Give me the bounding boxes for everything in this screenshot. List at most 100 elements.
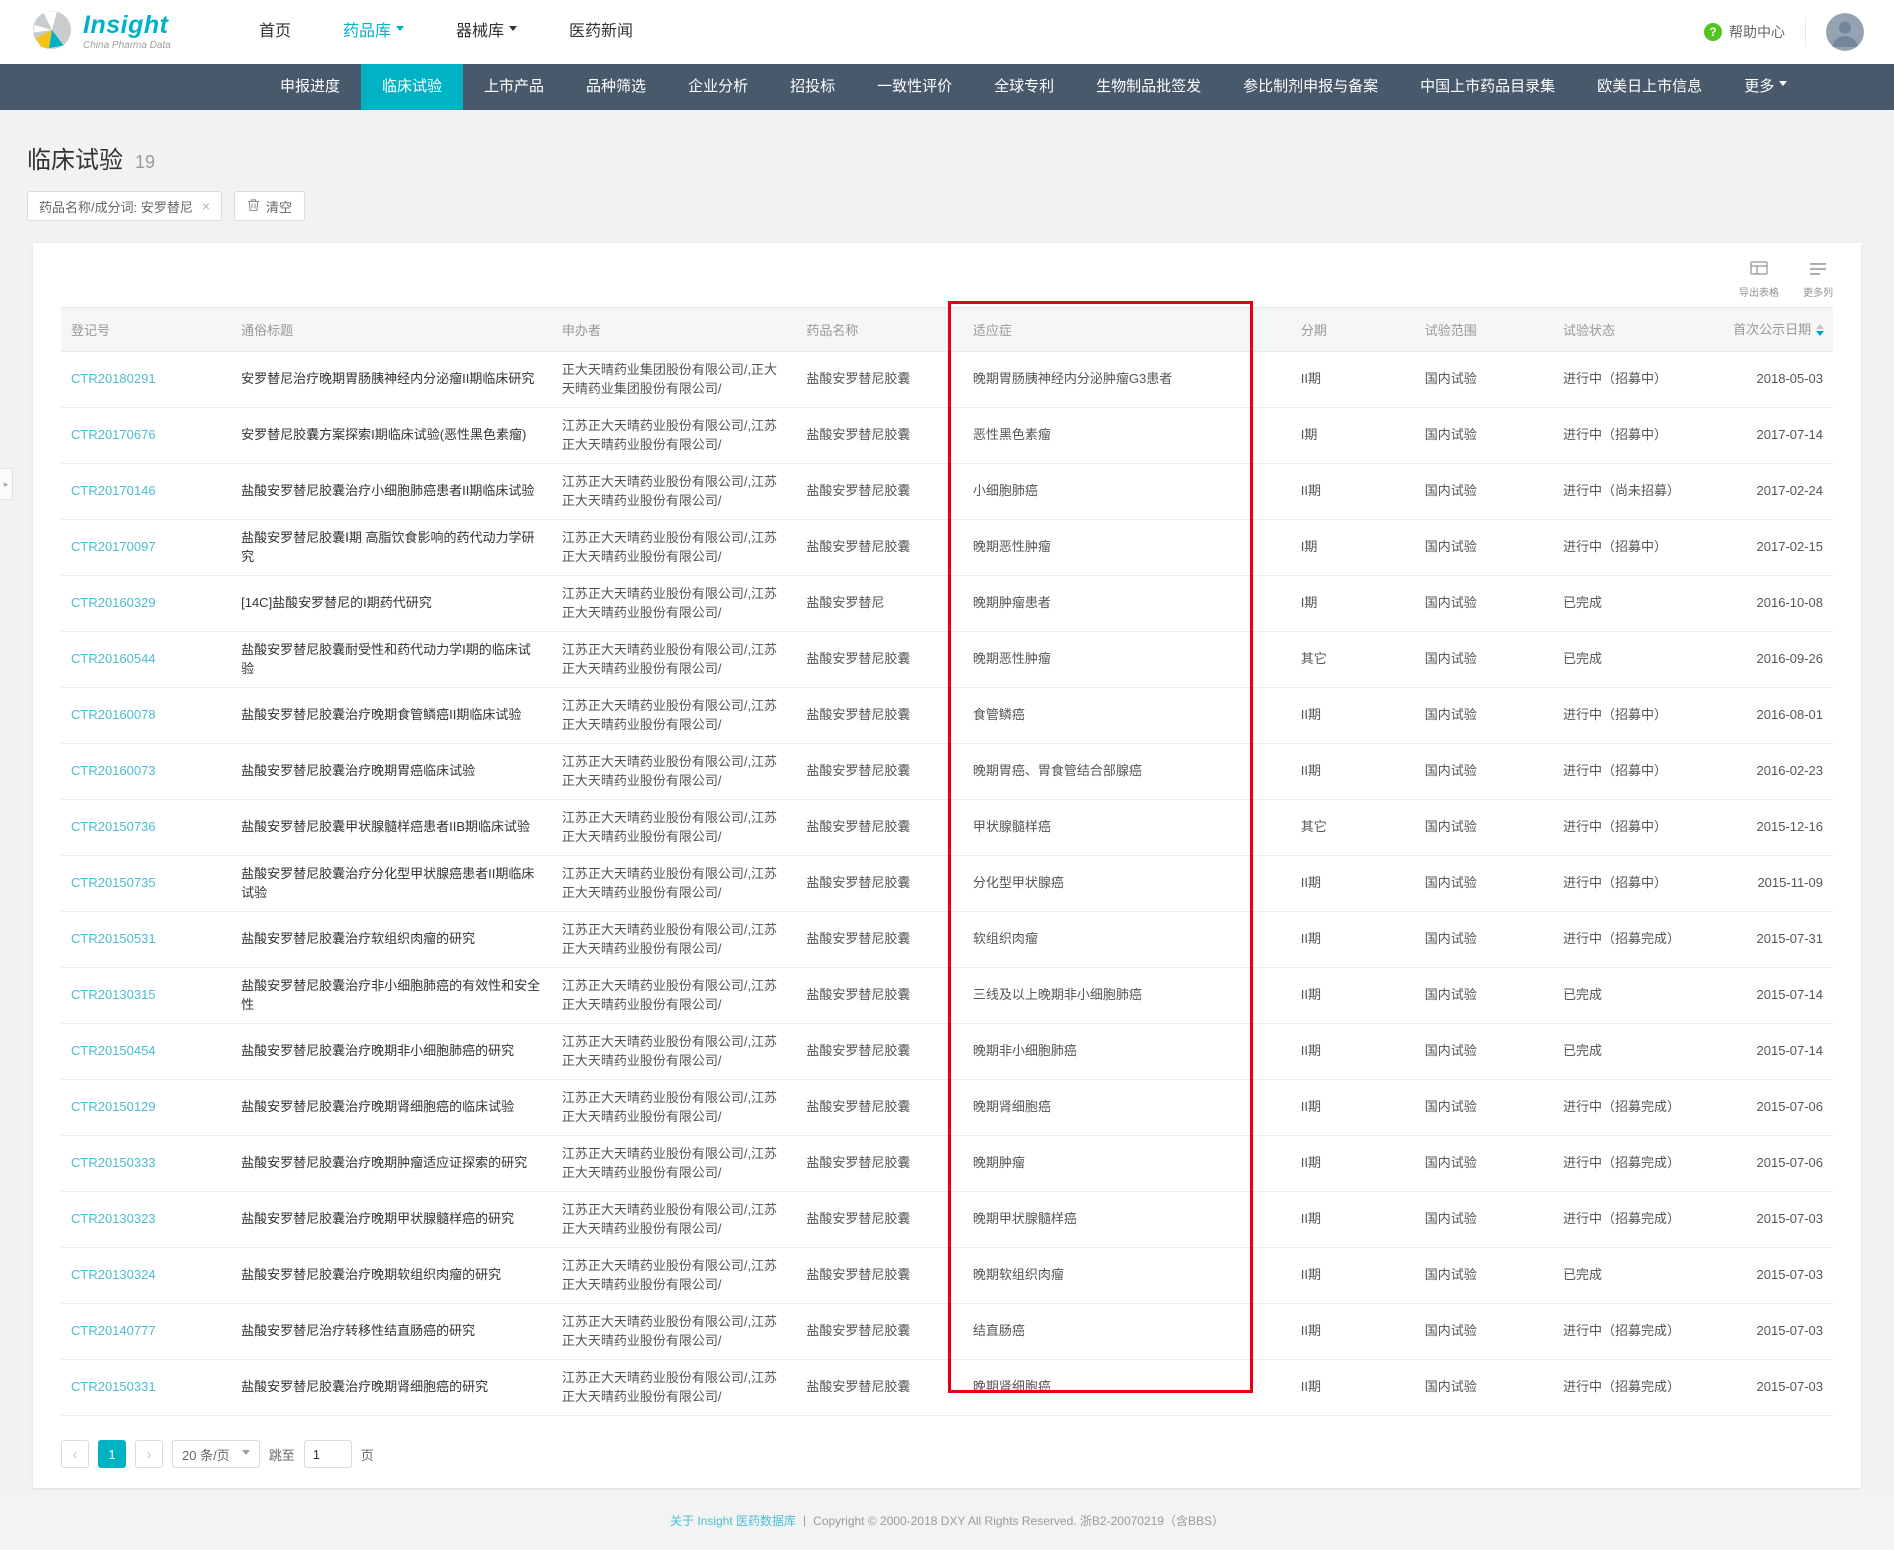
subnav-item-1[interactable]: 临床试验 [361,64,463,110]
registration-link[interactable]: CTR20130324 [71,1267,156,1282]
page-size-select[interactable]: 20 条/页 [172,1440,260,1468]
registration-link[interactable]: CTR20160544 [71,651,156,666]
help-center-button[interactable]: ? 帮助中心 [1704,22,1785,42]
col-header-date[interactable]: 首次公示日期 [1723,308,1833,352]
table-row[interactable]: CTR20150331盐酸安罗替尼胶囊治疗晚期肾细胞癌的研究江苏正大天晴药业股份… [61,1360,1833,1416]
about-link[interactable]: 关于 Insight 医药数据库 [670,1512,796,1529]
cell-indication: 甲状腺髓样癌 [963,800,1291,856]
registration-link[interactable]: CTR20130315 [71,987,156,1002]
cell-sponsor: 江苏正大天晴药业股份有限公司/,江苏正大天晴药业股份有限公司/ [552,464,797,520]
subnav-item-4[interactable]: 企业分析 [667,64,769,110]
subnav-item-11[interactable]: 欧美日上市信息 [1576,64,1723,110]
subnav-item-7[interactable]: 全球专利 [973,64,1075,110]
cell-status: 进行中（招募完成） [1553,1360,1723,1416]
registration-link[interactable]: CTR20150333 [71,1155,156,1170]
cell-id: CTR20150531 [61,912,231,968]
table-row[interactable]: CTR20170676安罗替尼胶囊方案探索I期临床试验(恶性黑色素瘤)江苏正大天… [61,408,1833,464]
cell-id: CTR20170097 [61,520,231,576]
table-row[interactable]: CTR20140777盐酸安罗替尼治疗转移性结直肠癌的研究江苏正大天晴药业股份有… [61,1304,1833,1360]
table-row[interactable]: CTR20160078盐酸安罗替尼胶囊治疗晚期食管鳞癌II期临床试验江苏正大天晴… [61,688,1833,744]
table-row[interactable]: CTR20130324盐酸安罗替尼胶囊治疗晚期软组织肉瘤的研究江苏正大天晴药业股… [61,1248,1833,1304]
top-nav-item-1[interactable]: 药品库 [317,0,430,64]
table-row[interactable]: CTR20170097盐酸安罗替尼胶囊Ⅰ期 高脂饮食影响的药代动力学研究江苏正大… [61,520,1833,576]
subnav-item-9[interactable]: 参比制剂申报与备案 [1222,64,1399,110]
cell-indication: 晚期恶性肿瘤 [963,632,1291,688]
registration-link[interactable]: CTR20150735 [71,875,156,890]
registration-link[interactable]: CTR20140777 [71,1323,156,1338]
clear-filters-label: 清空 [266,197,292,216]
registration-link[interactable]: CTR20180291 [71,371,156,386]
cell-title: 盐酸安罗替尼胶囊治疗晚期肾细胞癌的研究 [231,1360,552,1416]
table-row[interactable]: CTR20160544盐酸安罗替尼胶囊耐受性和药代动力学I期的临床试验江苏正大天… [61,632,1833,688]
top-nav-item-2[interactable]: 器械库 [430,0,543,64]
cell-scope: 国内试验 [1415,856,1553,912]
cell-sponsor: 江苏正大天晴药业股份有限公司/,江苏正大天晴药业股份有限公司/ [552,632,797,688]
export-table-button[interactable]: 导出表格 [1739,261,1779,299]
cell-phase: II期 [1291,856,1415,912]
cell-phase: II期 [1291,912,1415,968]
registration-link[interactable]: CTR20150454 [71,1043,156,1058]
page-size-value: 20 条/页 [182,1445,230,1464]
cell-title: 盐酸安罗替尼胶囊治疗小细胞肺癌患者II期临床试验 [231,464,552,520]
subnav-item-3[interactable]: 品种筛选 [565,64,667,110]
registration-link[interactable]: CTR20160078 [71,707,156,722]
subnav-item-5[interactable]: 招投标 [769,64,856,110]
page-title: 临床试验 [27,140,123,175]
user-avatar[interactable] [1826,13,1864,51]
subnav-item-10[interactable]: 中国上市药品目录集 [1399,64,1576,110]
cell-title: 盐酸安罗替尼治疗转移性结直肠癌的研究 [231,1304,552,1360]
table-row[interactable]: CTR20130323盐酸安罗替尼胶囊治疗晚期甲状腺髓样癌的研究江苏正大天晴药业… [61,1192,1833,1248]
registration-link[interactable]: CTR20150531 [71,931,156,946]
cell-scope: 国内试验 [1415,576,1553,632]
cell-title: 盐酸安罗替尼胶囊Ⅰ期 高脂饮食影响的药代动力学研究 [231,520,552,576]
top-nav-item-3[interactable]: 医药新闻 [543,0,659,64]
registration-link[interactable]: CTR20130323 [71,1211,156,1226]
table-row[interactable]: CTR20160073盐酸安罗替尼胶囊治疗晚期胃癌临床试验江苏正大天晴药业股份有… [61,744,1833,800]
subnav-item-12[interactable]: 更多 [1723,64,1808,110]
table-row[interactable]: CTR20150736盐酸安罗替尼胶囊甲状腺髓样癌患者IIB期临床试验江苏正大天… [61,800,1833,856]
table-row[interactable]: CTR20150129盐酸安罗替尼胶囊治疗晚期肾细胞癌的临床试验江苏正大天晴药业… [61,1080,1833,1136]
table-row[interactable]: CTR20170146 盐酸安罗替尼胶囊治疗小细胞肺癌患者II期临床试验江苏正大天… [61,464,1833,520]
subnav-item-2[interactable]: 上市产品 [463,64,565,110]
registration-link[interactable]: CTR20170097 [71,539,156,554]
col-header-status: 试验状态 [1553,308,1723,352]
jump-page-input[interactable] [304,1440,352,1468]
table-row[interactable]: CTR20150333盐酸安罗替尼胶囊治疗晚期肿瘤适应证探索的研究江苏正大天晴药… [61,1136,1833,1192]
cell-title: 盐酸安罗替尼胶囊治疗晚期甲状腺髓样癌的研究 [231,1192,552,1248]
registration-link[interactable]: CTR20170146 [71,483,156,498]
current-page-button[interactable]: 1 [98,1440,126,1468]
subnav-item-0[interactable]: 申报进度 [259,64,361,110]
prev-page-button[interactable]: ‹ [61,1440,89,1468]
cell-drug: 盐酸安罗替尼胶囊 [796,464,963,520]
table-row[interactable]: CTR20130315盐酸安罗替尼胶囊治疗非小细胞肺癌的有效性和安全性江苏正大天… [61,968,1833,1024]
next-page-button[interactable]: › [135,1440,163,1468]
table-row[interactable]: CTR20150531盐酸安罗替尼胶囊治疗软组织肉瘤的研究江苏正大天晴药业股份有… [61,912,1833,968]
registration-link[interactable]: CTR20160329 [71,595,156,610]
cell-scope: 国内试验 [1415,1080,1553,1136]
cell-title: 盐酸安罗替尼胶囊治疗软组织肉瘤的研究 [231,912,552,968]
brand-name: Insight [83,13,171,38]
sidebar-expand-handle[interactable]: ▸ [0,468,13,500]
brand-logo[interactable]: Insight China Pharma Data [30,8,205,57]
table-row[interactable]: CTR20180291安罗替尼治疗晚期胃肠胰神经内分泌瘤II期临床研究正大天晴药… [61,352,1833,408]
clear-filters-button[interactable]: 清空 [234,191,305,221]
registration-link[interactable]: CTR20150736 [71,819,156,834]
registration-link[interactable]: CTR20170676 [71,427,156,442]
registration-link[interactable]: CTR20160073 [71,763,156,778]
registration-link[interactable]: CTR20150331 [71,1379,156,1394]
top-nav-item-0[interactable]: 首页 [233,0,317,64]
cell-sponsor: 江苏正大天晴药业股份有限公司/,江苏正大天晴药业股份有限公司/ [552,968,797,1024]
table-row[interactable]: CTR20160329[14C]盐酸安罗替尼的I期药代研究江苏正大天晴药业股份有… [61,576,1833,632]
cell-sponsor: 江苏正大天晴药业股份有限公司/,江苏正大天晴药业股份有限公司/ [552,408,797,464]
divider [1805,17,1806,47]
col-header-phase: 分期 [1291,308,1415,352]
cell-id: CTR20140777 [61,1304,231,1360]
registration-link[interactable]: CTR20150129 [71,1099,156,1114]
chip-close-icon[interactable]: × [202,199,210,213]
more-columns-button[interactable]: 更多列 [1803,261,1833,299]
subnav-item-6[interactable]: 一致性评价 [856,64,973,110]
table-row[interactable]: CTR20150454盐酸安罗替尼胶囊治疗晚期非小细胞肺癌的研究江苏正大天晴药业… [61,1024,1833,1080]
cell-phase: I期 [1291,576,1415,632]
table-row[interactable]: CTR20150735盐酸安罗替尼胶囊治疗分化型甲状腺癌患者II期临床试验江苏正… [61,856,1833,912]
subnav-item-8[interactable]: 生物制品批签发 [1075,64,1222,110]
